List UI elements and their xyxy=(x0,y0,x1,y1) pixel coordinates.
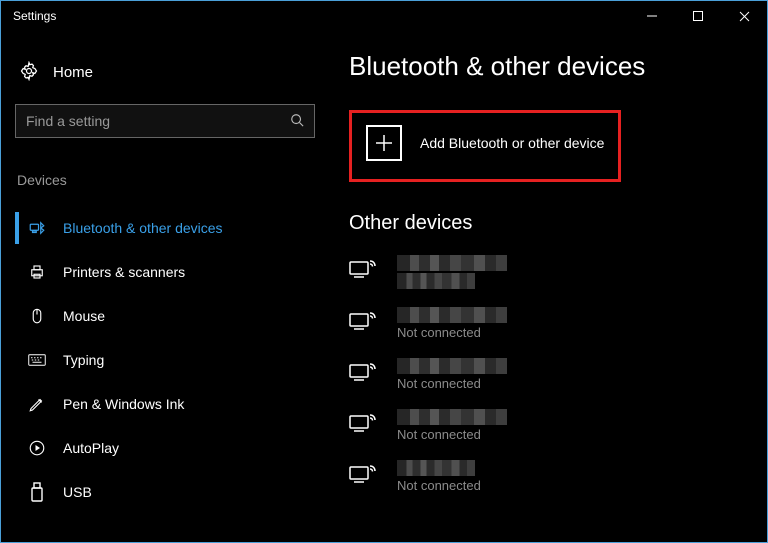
device-name-redacted xyxy=(397,255,507,271)
sidebar-item-label: Printers & scanners xyxy=(63,264,185,280)
maximize-icon xyxy=(693,11,703,21)
device-row[interactable]: Not connected xyxy=(349,401,757,452)
sidebar-item-autoplay[interactable]: AutoPlay xyxy=(15,426,315,470)
device-icon xyxy=(349,309,379,334)
device-status: Not connected xyxy=(397,427,507,442)
add-device-label: Add Bluetooth or other device xyxy=(420,135,604,151)
other-devices-heading: Other devices xyxy=(349,212,757,235)
maximize-button[interactable] xyxy=(675,1,721,31)
printer-icon xyxy=(27,263,47,281)
mouse-icon xyxy=(27,307,47,325)
bluetooth-devices-icon xyxy=(27,219,47,237)
minimize-icon xyxy=(647,11,657,21)
plus-box xyxy=(366,125,402,161)
keyboard-icon xyxy=(27,353,47,367)
gear-icon xyxy=(19,61,39,84)
device-status: Not connected xyxy=(397,478,481,493)
sidebar-item-usb[interactable]: USB xyxy=(15,470,315,514)
content-panel: Bluetooth & other devices Add Bluetooth … xyxy=(349,51,757,503)
device-name-redacted xyxy=(397,409,507,425)
device-name-redacted xyxy=(397,460,475,476)
pen-icon xyxy=(27,395,47,413)
sidebar-item-label: Pen & Windows Ink xyxy=(63,396,184,412)
search-input[interactable] xyxy=(26,113,290,129)
plus-icon xyxy=(374,133,394,153)
device-status: Not connected xyxy=(397,325,507,340)
sidebar-item-label: AutoPlay xyxy=(63,440,119,456)
sidebar-heading: Devices xyxy=(15,172,315,188)
device-status: Not connected xyxy=(397,376,507,391)
left-panel: Home Devices Bluetooth & other devices P… xyxy=(15,57,315,514)
home-row[interactable]: Home xyxy=(15,57,315,88)
sidebar-item-typing[interactable]: Typing xyxy=(15,338,315,382)
device-icon xyxy=(349,411,379,436)
window-title: Settings xyxy=(13,9,629,23)
home-label: Home xyxy=(53,64,93,81)
page-title: Bluetooth & other devices xyxy=(349,51,757,82)
sidebar-item-pen[interactable]: Pen & Windows Ink xyxy=(15,382,315,426)
device-row[interactable]: Not connected xyxy=(349,452,757,503)
minimize-button[interactable] xyxy=(629,1,675,31)
close-icon xyxy=(739,11,750,22)
search-icon xyxy=(290,113,304,130)
sidebar-item-mouse[interactable]: Mouse xyxy=(15,294,315,338)
titlebar: Settings xyxy=(1,1,767,31)
device-row[interactable] xyxy=(349,247,757,299)
sidebar-item-printers[interactable]: Printers & scanners xyxy=(15,250,315,294)
sidebar-item-label: Mouse xyxy=(63,308,105,324)
device-name-redacted xyxy=(397,307,507,323)
device-row[interactable]: Not connected xyxy=(349,299,757,350)
device-row[interactable]: Not connected xyxy=(349,350,757,401)
sidebar-item-bluetooth[interactable]: Bluetooth & other devices xyxy=(15,206,315,250)
sidebar-item-label: Typing xyxy=(63,352,104,368)
add-device-row[interactable]: Add Bluetooth or other device xyxy=(349,110,621,182)
close-button[interactable] xyxy=(721,1,767,31)
usb-icon xyxy=(27,482,47,502)
sidebar-item-label: Bluetooth & other devices xyxy=(63,220,223,236)
device-name-redacted xyxy=(397,358,507,374)
sidebar-item-label: USB xyxy=(63,484,92,500)
device-sub-redacted xyxy=(397,273,475,289)
device-icon xyxy=(349,257,379,282)
device-icon xyxy=(349,462,379,487)
autoplay-icon xyxy=(27,439,47,457)
search-box[interactable] xyxy=(15,104,315,138)
device-icon xyxy=(349,360,379,385)
